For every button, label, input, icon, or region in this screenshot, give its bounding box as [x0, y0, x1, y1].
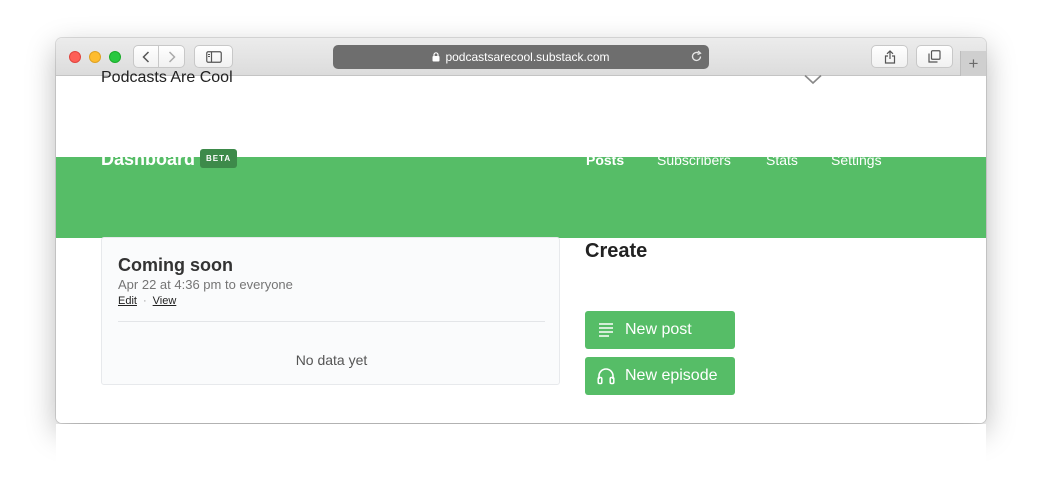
post-actions: Edit · View — [118, 295, 176, 307]
post-title[interactable]: Coming soon — [118, 255, 233, 276]
no-data-text: No data yet — [295, 352, 368, 368]
plus-icon: + — [968, 53, 979, 73]
view-link[interactable]: View — [153, 295, 177, 307]
forward-button[interactable] — [159, 45, 185, 68]
new-tab-button[interactable]: + — [960, 51, 986, 76]
dashboard-title: Dashboard — [101, 149, 196, 169]
new-post-label: New post — [625, 321, 692, 338]
new-post-button[interactable]: New post — [585, 311, 735, 349]
post-card: Coming soon Apr 22 at 4:36 pm to everyon… — [101, 237, 560, 385]
nav-subscribers[interactable]: Subscribers — [657, 152, 731, 168]
chevron-left-icon — [142, 50, 150, 63]
beta-badge: BETA — [200, 149, 238, 168]
share-button[interactable] — [871, 45, 908, 68]
dashboard-nav-bar — [56, 157, 986, 238]
nav-stats[interactable]: Stats — [766, 152, 798, 168]
new-episode-label: New episode — [625, 367, 718, 384]
site-header — [56, 76, 986, 157]
tabs-icon — [928, 50, 941, 63]
history-nav — [133, 45, 186, 68]
site-title[interactable]: Podcasts Are Cool — [101, 69, 233, 87]
sidebar-toggle-button[interactable] — [194, 45, 233, 68]
window-bottom-mask — [56, 424, 986, 498]
close-window-button[interactable] — [69, 51, 81, 63]
lines-icon — [597, 321, 615, 339]
minimize-window-button[interactable] — [89, 51, 101, 63]
create-heading: Create — [585, 240, 648, 262]
address-bar[interactable]: podcastsarecool.substack.com — [333, 45, 709, 69]
reload-icon[interactable] — [690, 50, 703, 66]
share-icon — [884, 49, 895, 64]
maximize-window-button[interactable] — [109, 51, 121, 63]
nav-posts[interactable]: Posts — [586, 152, 624, 168]
lock-icon — [432, 52, 440, 62]
new-episode-button[interactable]: New episode — [585, 357, 735, 395]
url-text: podcastsarecool.substack.com — [445, 50, 610, 64]
action-separator: · — [142, 295, 147, 307]
chevron-right-icon — [168, 50, 176, 63]
edit-link[interactable]: Edit — [118, 295, 137, 307]
back-button[interactable] — [133, 45, 159, 68]
tabs-overview-button[interactable] — [916, 45, 953, 68]
sidebar-icon — [205, 50, 222, 63]
headphones-icon — [597, 367, 615, 385]
nav-settings[interactable]: Settings — [831, 152, 882, 168]
chevron-down-icon[interactable] — [804, 72, 822, 90]
card-divider — [118, 321, 545, 322]
post-meta: Apr 22 at 4:36 pm to everyone — [118, 277, 293, 292]
